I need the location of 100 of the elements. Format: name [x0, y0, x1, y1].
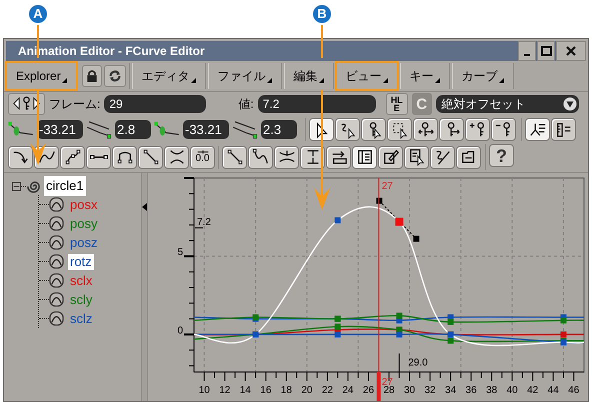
lock-button[interactable] — [82, 65, 102, 87]
caret-icon — [498, 78, 504, 83]
marquee-pointer-icon — [390, 120, 408, 138]
menu-button[interactable]: エディタ — [132, 63, 206, 89]
close-button[interactable] — [556, 41, 586, 61]
tool-button[interactable]: 0.0 — [190, 146, 215, 168]
list-panel-icon — [356, 148, 374, 166]
menu-button[interactable]: キー — [400, 63, 450, 89]
help-button[interactable]: ? — [489, 144, 514, 168]
previous-key-icon[interactable] — [12, 96, 21, 111]
y-tick-label: 5 — [177, 247, 183, 258]
key-icon[interactable] — [22, 96, 31, 111]
tangent-field[interactable]: 2.8 — [115, 120, 151, 139]
tool-button[interactable] — [352, 146, 377, 168]
tool-button[interactable] — [439, 118, 464, 141]
tangent-field[interactable]: -33.21 — [183, 120, 229, 139]
x-tick-label: 18 — [280, 385, 292, 396]
x-tick-label: 26 — [362, 385, 374, 396]
tool-button[interactable] — [491, 118, 516, 141]
maximize-icon — [540, 46, 552, 56]
value-field[interactable]: 7.2 — [258, 94, 376, 112]
tool-button[interactable] — [465, 118, 490, 141]
tool-button[interactable] — [309, 118, 334, 141]
tool-button[interactable] — [335, 118, 360, 141]
keyframe-marker[interactable] — [334, 217, 341, 224]
tool-button[interactable] — [361, 118, 386, 141]
keyframe-marker[interactable] — [252, 314, 259, 320]
tree-node[interactable]: rotz — [68, 254, 94, 270]
tangent-field[interactable]: 2.3 — [261, 120, 297, 139]
collapse-arrow-icon[interactable] — [142, 203, 147, 211]
tool-button[interactable] — [525, 118, 550, 141]
axes-icon — [528, 120, 546, 138]
keyframe-marker[interactable] — [334, 324, 341, 330]
callout-badge: B — [311, 3, 333, 25]
x-tick-label: 24 — [342, 385, 354, 396]
caret-icon — [190, 78, 196, 83]
menu-button[interactable]: ビュー — [336, 63, 398, 89]
key-arrows-icon — [416, 120, 434, 138]
diagonal-line-icon — [142, 148, 160, 166]
value-label: 値: — [238, 96, 254, 112]
next-key-icon[interactable] — [32, 96, 41, 111]
maximize-button[interactable] — [537, 41, 555, 61]
tangent-handle[interactable] — [376, 198, 420, 242]
callout-badge: A — [27, 3, 49, 25]
tool-button[interactable] — [8, 146, 33, 168]
tool-button[interactable] — [164, 146, 189, 168]
tool-button[interactable] — [300, 146, 325, 168]
flat-key-icon — [196, 150, 208, 154]
menu-button[interactable]: カーブ — [452, 63, 514, 89]
flat-line-icon — [90, 154, 108, 160]
x-tick-label: 38 — [486, 385, 498, 396]
caret-icon — [62, 78, 67, 83]
x-tick-label: 34 — [445, 385, 456, 396]
tool-button[interactable] — [456, 146, 481, 168]
s-curve-icon — [252, 148, 270, 166]
tool-button[interactable] — [430, 146, 455, 168]
tool-button[interactable] — [138, 146, 163, 168]
minimize-button[interactable] — [518, 41, 536, 61]
tool-button[interactable] — [248, 146, 273, 168]
tool-button[interactable] — [222, 146, 247, 168]
y-tick-label: 0 — [177, 325, 183, 336]
tool-button[interactable] — [404, 146, 429, 168]
x-tick-label: 46 — [568, 385, 580, 396]
x-tick-label: 36 — [466, 385, 477, 396]
frame-field[interactable]: 29 — [104, 94, 206, 112]
tangent-field[interactable]: -33.21 — [37, 120, 83, 139]
tool-button[interactable] — [86, 146, 111, 168]
x-tick-label: 10 — [198, 385, 210, 396]
menu-button[interactable]: ファイル — [208, 63, 282, 89]
tool-button[interactable] — [60, 146, 85, 168]
move-bar-icon — [330, 148, 348, 166]
caret-icon — [266, 78, 272, 83]
minimize-icon — [524, 54, 530, 56]
x-tick-label: 12 — [219, 385, 230, 396]
tool-button[interactable] — [274, 146, 299, 168]
key-minus-icon — [494, 120, 512, 138]
tool-button[interactable] — [326, 146, 351, 168]
menu-button[interactable]: 編集 — [284, 63, 334, 89]
tool-button[interactable] — [378, 146, 403, 168]
x-tick-label: 14 — [240, 385, 251, 396]
tool-button[interactable] — [112, 146, 137, 168]
tangent-out-icon — [85, 120, 113, 140]
page-pointer-icon — [408, 148, 426, 166]
callout-line — [321, 24, 323, 58]
value-readout: 7.2 — [197, 216, 211, 228]
x-tick-label: 28 — [383, 385, 395, 396]
tangent-out-icon — [231, 120, 259, 140]
mode-dropdown[interactable]: 絶対オフセット — [436, 94, 579, 112]
frame-label: フレーム: — [49, 96, 100, 112]
menu-button[interactable]: Explorer — [6, 63, 77, 89]
hle-button[interactable]: HL E — [386, 92, 408, 114]
keyframe-marker[interactable] — [448, 338, 454, 344]
refresh-button[interactable] — [104, 65, 126, 87]
collapse-icon[interactable] — [12, 182, 21, 190]
tool-button[interactable] — [551, 118, 576, 141]
tree-node[interactable]: circle1 — [44, 176, 86, 196]
lock-icon — [86, 69, 98, 83]
tool-button[interactable] — [413, 118, 438, 141]
tool-button[interactable] — [387, 118, 412, 141]
spline-keys-icon — [64, 148, 82, 166]
